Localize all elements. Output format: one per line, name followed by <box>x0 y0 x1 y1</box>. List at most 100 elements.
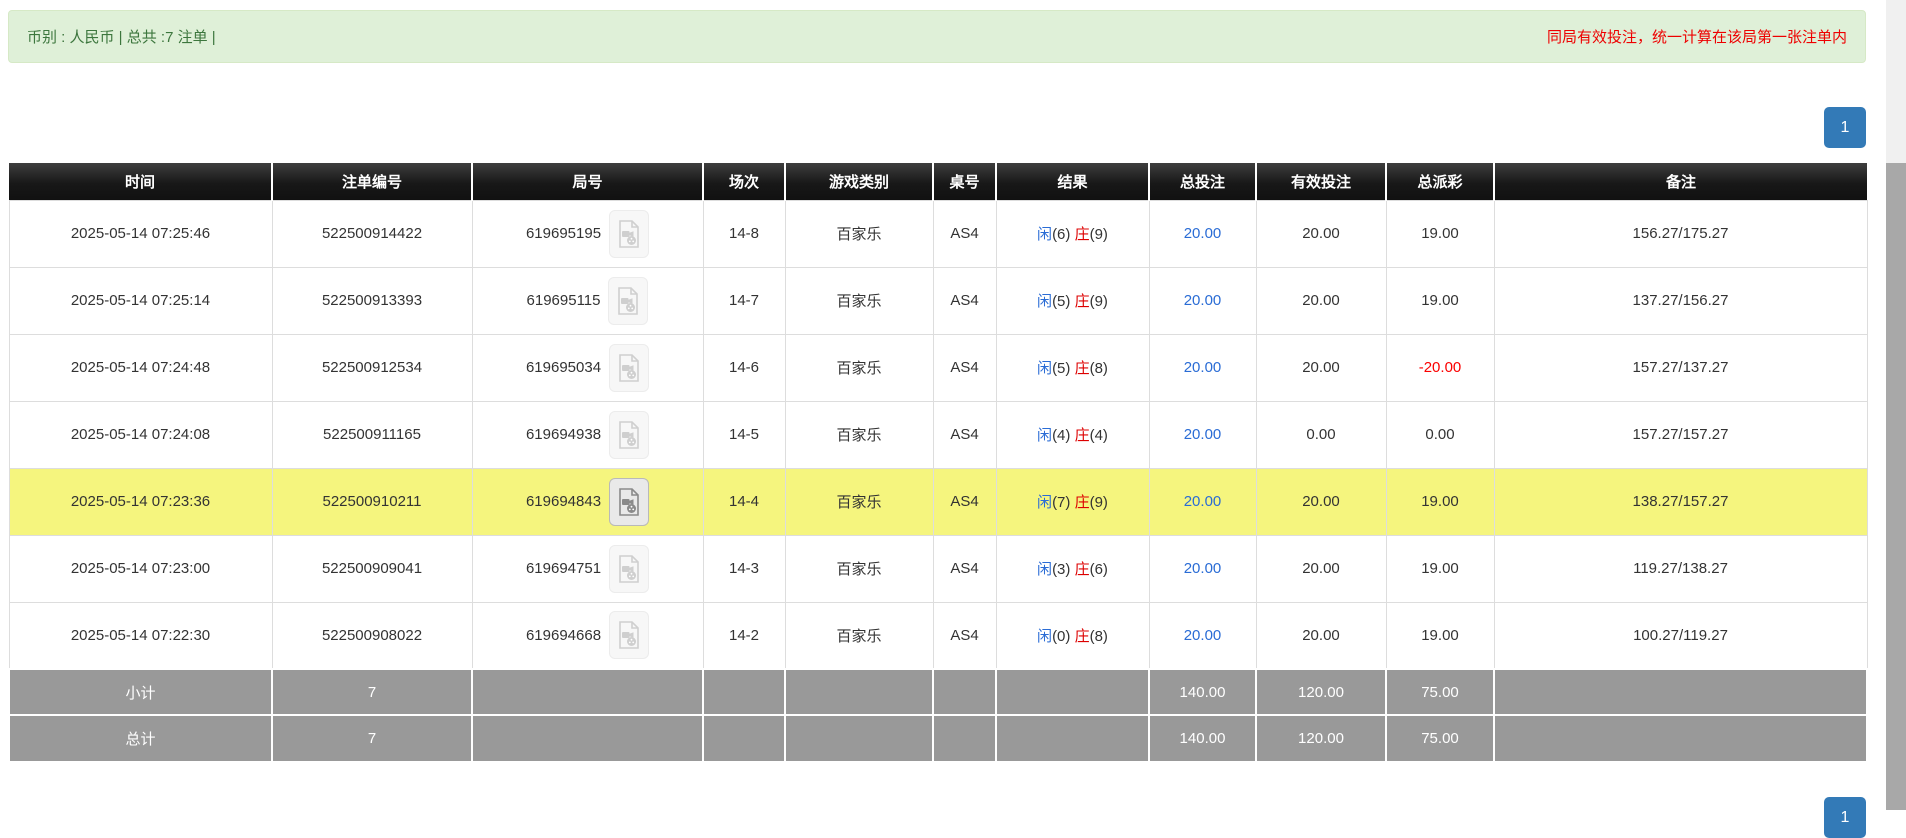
total-total-bet: 140.00 <box>1149 715 1256 761</box>
result-cell: 闲(3) 庄(6) <box>996 535 1149 602</box>
column-header: 备注 <box>1494 163 1867 200</box>
table-row: 2025-05-14 07:23:36 522500910211 6196948… <box>9 468 1867 535</box>
page-1-button-top[interactable]: 1 <box>1824 107 1866 148</box>
video-replay-button[interactable] <box>609 411 649 459</box>
result-cell: 闲(5) 庄(9) <box>996 267 1149 334</box>
result-banker-label: 庄 <box>1075 494 1090 511</box>
video-replay-button[interactable] <box>609 545 649 593</box>
result-cell: 闲(4) 庄(4) <box>996 401 1149 468</box>
total-bet-cell: 20.00 <box>1149 602 1256 669</box>
bet-id-cell: 522500908022 <box>272 602 472 669</box>
result-player-score: (4) <box>1052 427 1070 444</box>
valid-bet-cell: 20.00 <box>1256 468 1386 535</box>
time-cell: 2025-05-14 07:23:00 <box>9 535 272 602</box>
remark-cell: 156.27/175.27 <box>1494 200 1867 267</box>
payout-cell: 19.00 <box>1386 602 1494 669</box>
round-id-cell: 619694843 <box>472 468 703 535</box>
result-player-score: (7) <box>1052 494 1070 511</box>
bet-records-table: 时间注单编号局号场次游戏类别桌号结果总投注有效投注总派彩备注 2025-05-1… <box>8 163 1868 761</box>
scrollbar-thumb[interactable] <box>1886 163 1906 810</box>
round-id: 619694843 <box>526 493 601 510</box>
column-header: 时间 <box>9 163 272 200</box>
total-bet-link[interactable]: 20.00 <box>1184 292 1222 309</box>
round-id: 619695034 <box>526 359 601 376</box>
result-cell: 闲(7) 庄(9) <box>996 468 1149 535</box>
result-banker-score: (4) <box>1090 427 1108 444</box>
total-bet-cell: 20.00 <box>1149 535 1256 602</box>
column-header: 总投注 <box>1149 163 1256 200</box>
result-banker-label: 庄 <box>1075 561 1090 578</box>
payout-cell: -20.00 <box>1386 334 1494 401</box>
result-banker-label: 庄 <box>1075 427 1090 444</box>
result-banker-score: (6) <box>1090 561 1108 578</box>
video-file-icon <box>617 555 641 583</box>
remark-cell: 137.27/156.27 <box>1494 267 1867 334</box>
game-type-cell: 百家乐 <box>785 535 933 602</box>
remark-cell: 157.27/137.27 <box>1494 334 1867 401</box>
round-id: 619695195 <box>526 225 601 242</box>
video-file-icon <box>617 421 641 449</box>
video-replay-button[interactable] <box>608 277 648 325</box>
result-banker-score: (9) <box>1090 293 1108 310</box>
time-cell: 2025-05-14 07:22:30 <box>9 602 272 669</box>
total-bet-link[interactable]: 20.00 <box>1184 225 1222 242</box>
round-id: 619695115 <box>527 292 601 309</box>
column-header: 结果 <box>996 163 1149 200</box>
pagination-top: 1 <box>8 107 1866 148</box>
total-bet-cell: 20.00 <box>1149 401 1256 468</box>
table-row: 2025-05-14 07:22:30 522500908022 6196946… <box>9 602 1867 669</box>
result-banker-score: (9) <box>1090 226 1108 243</box>
total-bet-link[interactable]: 20.00 <box>1184 493 1222 510</box>
table-row: 2025-05-14 07:24:48 522500912534 6196950… <box>9 334 1867 401</box>
remark-cell: 119.27/138.27 <box>1494 535 1867 602</box>
total-bet-link[interactable]: 20.00 <box>1184 426 1222 443</box>
payout-cell: 19.00 <box>1386 200 1494 267</box>
total-bet-cell: 20.00 <box>1149 267 1256 334</box>
result-player-score: (5) <box>1052 360 1070 377</box>
bet-id-cell: 522500914422 <box>272 200 472 267</box>
header-row: 时间注单编号局号场次游戏类别桌号结果总投注有效投注总派彩备注 <box>9 163 1867 200</box>
page: 币别 : 人民币 | 总共 :7 注单 | 同局有效投注，统一计算在该局第一张注… <box>0 0 1884 838</box>
total-count: 7 <box>272 715 472 761</box>
result-player-score: (6) <box>1052 226 1070 243</box>
table-no-cell: AS4 <box>933 267 996 334</box>
valid-bet-notice-text: 同局有效投注，统一计算在该局第一张注单内 <box>1547 26 1847 47</box>
video-file-icon <box>616 287 640 315</box>
table-no-cell: AS4 <box>933 468 996 535</box>
result-player-label: 闲 <box>1037 293 1052 310</box>
page-1-button-bottom[interactable]: 1 <box>1824 797 1866 838</box>
session-cell: 14-3 <box>703 535 785 602</box>
payout-cell: 0.00 <box>1386 401 1494 468</box>
pagination-bottom: 1 <box>8 797 1866 838</box>
column-header: 局号 <box>472 163 703 200</box>
video-replay-button[interactable] <box>609 210 649 258</box>
result-banker-score: (8) <box>1090 628 1108 645</box>
remark-cell: 157.27/157.27 <box>1494 401 1867 468</box>
total-bet-link[interactable]: 20.00 <box>1184 359 1222 376</box>
grand-total-row: 总计 7 140.00 120.00 75.00 <box>9 715 1867 761</box>
video-file-icon <box>617 220 641 248</box>
table-row: 2025-05-14 07:25:14 522500913393 6196951… <box>9 267 1867 334</box>
video-replay-button[interactable] <box>609 478 649 526</box>
payout-cell: 19.00 <box>1386 267 1494 334</box>
game-type-cell: 百家乐 <box>785 267 933 334</box>
total-label: 总计 <box>9 715 272 761</box>
session-cell: 14-2 <box>703 602 785 669</box>
result-player-label: 闲 <box>1037 628 1052 645</box>
valid-bet-cell: 20.00 <box>1256 200 1386 267</box>
table-no-cell: AS4 <box>933 602 996 669</box>
result-player-label: 闲 <box>1037 427 1052 444</box>
video-replay-button[interactable] <box>609 611 649 659</box>
subtotal-count: 7 <box>272 669 472 715</box>
round-id: 619694751 <box>526 560 601 577</box>
round-id-cell: 619695195 <box>472 200 703 267</box>
result-player-label: 闲 <box>1037 561 1052 578</box>
video-replay-button[interactable] <box>609 344 649 392</box>
column-header: 游戏类别 <box>785 163 933 200</box>
total-bet-link[interactable]: 20.00 <box>1184 627 1222 644</box>
total-bet-link[interactable]: 20.00 <box>1184 560 1222 577</box>
result-player-score: (3) <box>1052 561 1070 578</box>
session-cell: 14-8 <box>703 200 785 267</box>
table-no-cell: AS4 <box>933 401 996 468</box>
result-banker-score: (8) <box>1090 360 1108 377</box>
